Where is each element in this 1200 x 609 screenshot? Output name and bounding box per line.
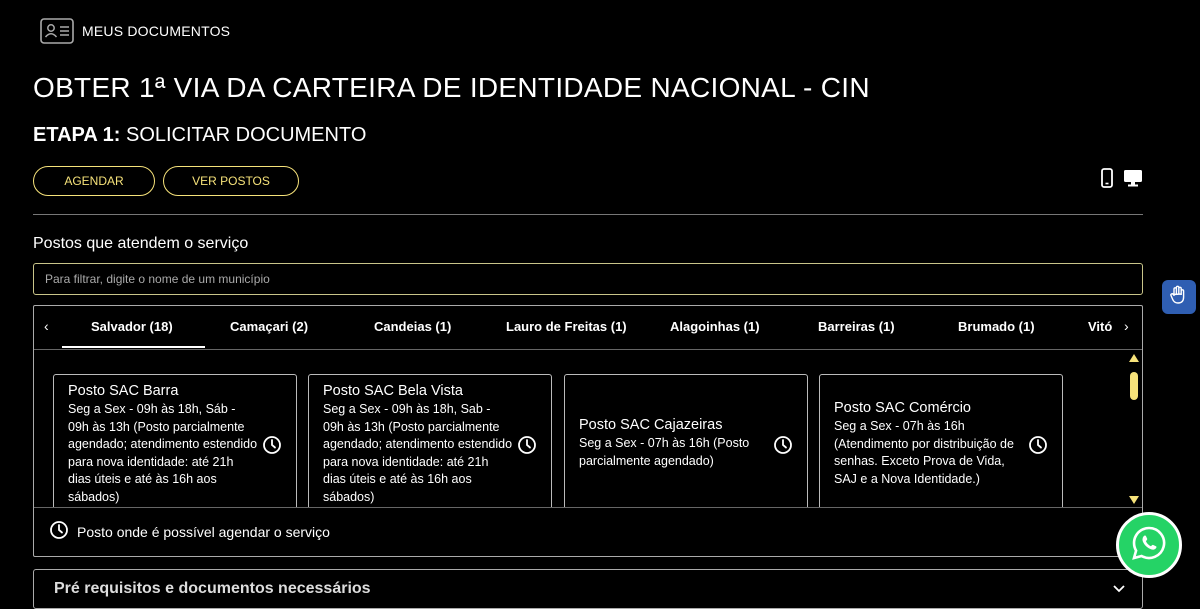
post-card-name: Posto SAC Comércio	[834, 400, 971, 416]
step-title: ETAPA 1: SOLICITAR DOCUMENTO	[33, 124, 366, 147]
mobile-icon[interactable]	[1101, 168, 1113, 188]
hand-icon	[1168, 284, 1190, 311]
sign-language-button[interactable]	[1162, 280, 1196, 314]
brand-label: MEUS DOCUMENTOS	[82, 23, 231, 39]
tab-alagoinhas[interactable]: Alagoinhas (1)	[670, 319, 760, 334]
scroll-down-icon[interactable]	[1129, 496, 1139, 504]
clock-icon	[1028, 435, 1048, 460]
post-card-hours: Seg a Sex - 09h às 18h, Sab - 09h às 13h…	[323, 402, 513, 504]
desktop-icon[interactable]	[1123, 169, 1143, 187]
tabs-next-button[interactable]: ›	[1124, 318, 1129, 334]
post-card[interactable]: Posto SAC Barra Seg a Sex - 09h às 18h, …	[53, 374, 297, 507]
view-toggle	[1101, 168, 1143, 188]
requirements-label: Pré requisitos e documentos necessários	[54, 580, 371, 597]
brand[interactable]: MEUS DOCUMENTOS	[40, 18, 230, 44]
cards-scrollbar[interactable]	[1128, 352, 1140, 507]
post-card-name: Posto SAC Bela Vista	[323, 383, 463, 399]
chevron-down-icon	[1112, 580, 1126, 598]
post-card[interactable]: Posto SAC Comércio Seg a Sex - 07h às 16…	[819, 374, 1063, 507]
post-cards-list: Posto SAC Barra Seg a Sex - 09h às 18h, …	[34, 350, 1142, 507]
tab-camacari[interactable]: Camaçari (2)	[230, 319, 308, 334]
active-tab-indicator	[62, 346, 205, 348]
tab-barreiras[interactable]: Barreiras (1)	[818, 319, 895, 334]
step-prefix: ETAPA 1:	[33, 124, 121, 146]
schedule-legend: Posto onde é possível agendar o serviço	[34, 507, 1142, 556]
requirements-accordion[interactable]: Pré requisitos e documentos necessários	[33, 569, 1143, 609]
tab-candeias[interactable]: Candeias (1)	[374, 319, 451, 334]
view-posts-button[interactable]: VER POSTOS	[163, 166, 299, 196]
scroll-thumb[interactable]	[1130, 372, 1138, 400]
id-card-icon	[40, 18, 74, 44]
schedule-button[interactable]: AGENDAR	[33, 166, 155, 196]
divider	[33, 214, 1143, 215]
posts-section-label: Postos que atendem o serviço	[33, 235, 249, 252]
post-card-hours: Seg a Sex - 07h às 16h (Posto parcialmen…	[579, 436, 750, 468]
whatsapp-button[interactable]	[1116, 512, 1182, 578]
post-card-hours: Seg a Sex - 07h às 16h (Atendimento por …	[834, 419, 1014, 486]
tab-lauro-de-freitas[interactable]: Lauro de Freitas (1)	[506, 319, 627, 334]
tab-brumado[interactable]: Brumado (1)	[958, 319, 1035, 334]
tabs-prev-button[interactable]: ‹	[44, 318, 49, 334]
page-title: OBTER 1ª VIA DA CARTEIRA DE IDENTIDADE N…	[33, 72, 870, 103]
post-card[interactable]: Posto SAC Cajazeiras Seg a Sex - 07h às …	[564, 374, 808, 507]
post-card-hours: Seg a Sex - 09h às 18h, Sáb - 09h às 13h…	[68, 402, 258, 504]
clock-icon	[773, 435, 793, 460]
post-card-name: Posto SAC Barra	[68, 383, 179, 399]
tab-vitoria[interactable]: Vitó	[1088, 319, 1112, 334]
tab-salvador[interactable]: Salvador (18)	[91, 319, 173, 334]
clock-icon	[262, 435, 282, 460]
post-card[interactable]: Posto SAC Bela Vista Seg a Sex - 09h às …	[308, 374, 552, 507]
legend-text: Posto onde é possível agendar o serviço	[77, 524, 330, 540]
municipality-filter-input[interactable]	[33, 263, 1143, 295]
step-label: SOLICITAR DOCUMENTO	[125, 124, 367, 146]
post-card-name: Posto SAC Cajazeiras	[579, 417, 723, 433]
posts-tabs-panel: ‹ Salvador (18) Camaçari (2) Candeias (1…	[33, 305, 1143, 557]
clock-icon	[517, 435, 537, 460]
scroll-up-icon[interactable]	[1129, 354, 1139, 362]
city-tabs: ‹ Salvador (18) Camaçari (2) Candeias (1…	[34, 306, 1142, 350]
whatsapp-icon	[1129, 523, 1169, 568]
clock-icon	[49, 520, 69, 545]
